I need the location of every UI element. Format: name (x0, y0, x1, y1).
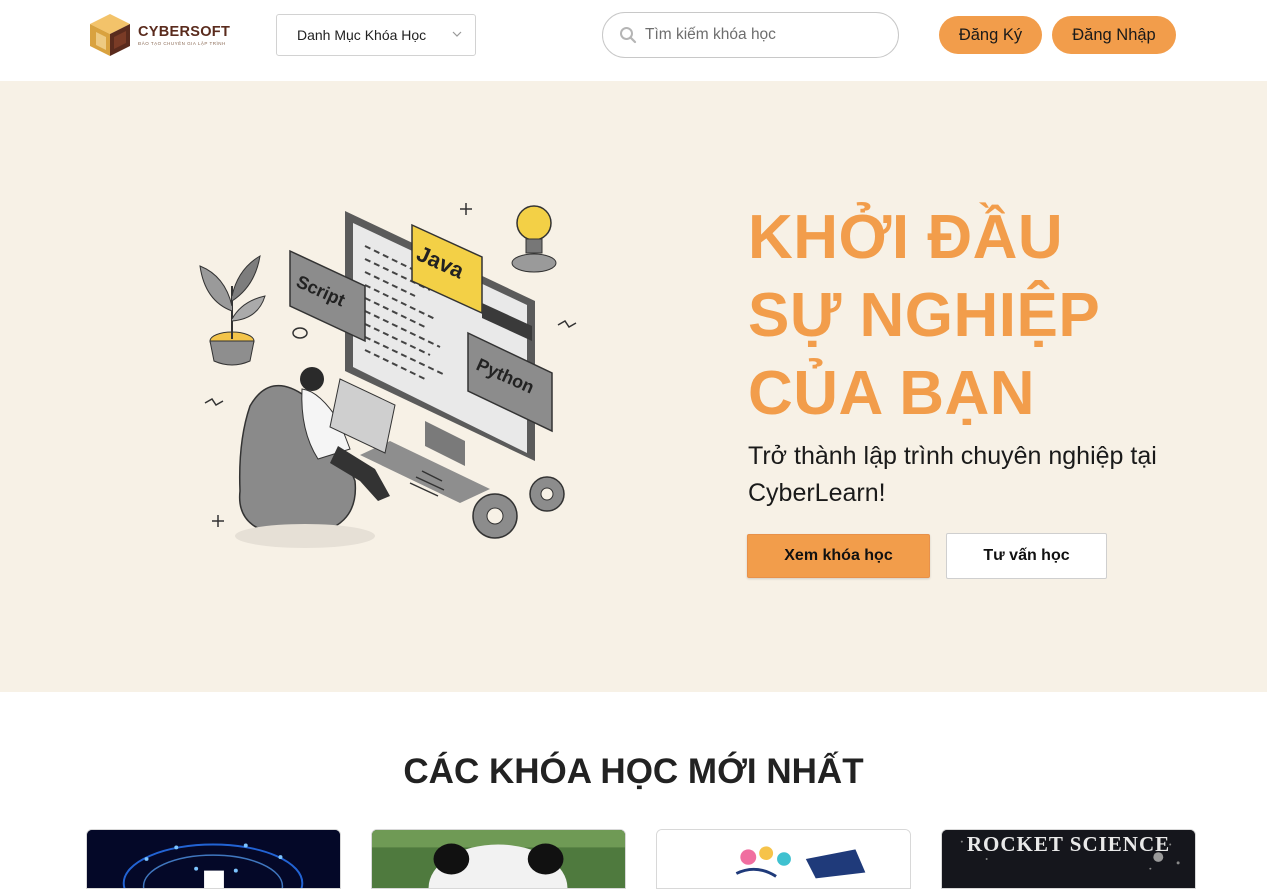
chevron-down-icon (452, 31, 462, 37)
logo-tagline: ĐÀO TẠO CHUYÊN GIA LẬP TRÌNH (138, 41, 226, 46)
search-input[interactable] (645, 26, 875, 44)
hero-banner: Script Java Python KHỞI ĐẦU SỰ NGHIỆP CỦ… (0, 81, 1267, 692)
logo-cube-icon (90, 14, 130, 56)
search-icon (620, 27, 637, 44)
top-header: CYBERSOFT ĐÀO TẠO CHUYÊN GIA LẬP TRÌNH D… (0, 0, 1267, 81)
hero-subtitle: Trở thành lập trình chuyên nghiệp tại Cy… (748, 442, 1157, 507)
cybersoft-logo[interactable]: CYBERSOFT ĐÀO TẠO CHUYÊN GIA LẬP TRÌNH (88, 12, 230, 58)
course-card-4[interactable]: ROCKET SCIENCE (941, 829, 1196, 889)
search-box[interactable] (602, 12, 899, 58)
rocket-science-text: ROCKET SCIENCE (966, 832, 1171, 856)
course-card-2[interactable] (371, 829, 626, 889)
course-category-dropdown[interactable]: Danh Mục Khóa Học (276, 14, 476, 56)
view-courses-button[interactable]: Xem khóa học (747, 534, 930, 578)
course-card-1-image (87, 830, 340, 888)
hero-title-line-1: KHỞI ĐẦU (748, 203, 1064, 272)
hero-title-line-2: SỰ NGHIỆP (748, 281, 1101, 350)
category-dropdown-label: Danh Mục Khóa Học (297, 27, 427, 43)
register-button[interactable]: Đăng Ký (939, 16, 1042, 54)
latest-courses-heading: CÁC KHÓA HỌC MỚI NHẤT (403, 752, 864, 791)
course-card-2-image (372, 830, 625, 888)
developer-illustration: Script Java Python (199, 203, 577, 548)
consult-button[interactable]: Tư vấn học (946, 533, 1107, 579)
hero-title-line-3: CỦA BẠN (748, 359, 1036, 428)
course-card-3-image (657, 830, 910, 888)
course-card-1[interactable] (86, 829, 341, 889)
course-card-3[interactable] (656, 829, 911, 889)
hero-title: KHỞI ĐẦU SỰ NGHIỆP CỦA BẠN (748, 199, 1100, 433)
login-button[interactable]: Đăng Nhập (1052, 16, 1176, 54)
logo-name: CYBERSOFT (138, 24, 231, 40)
